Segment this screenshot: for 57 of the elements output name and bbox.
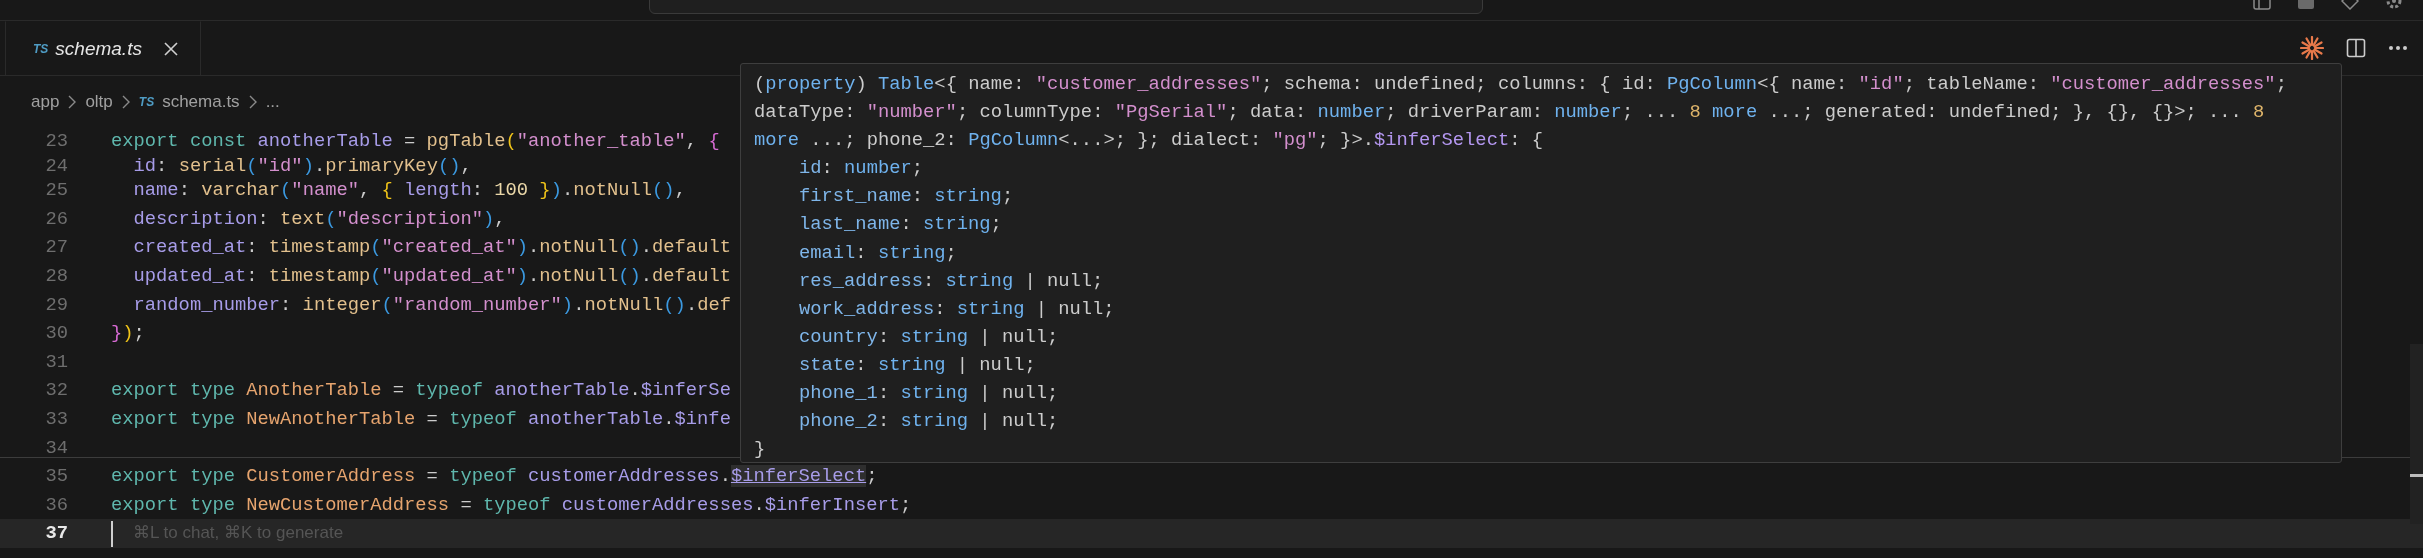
code-line: export type NewAnotherTable = typeof anotherTable.$infe (111, 406, 731, 432)
split-editor-icon[interactable] (2346, 38, 2366, 58)
sparkle-icon[interactable] (2300, 36, 2324, 60)
hover-line: res_address: string | null; (798, 268, 1104, 294)
line-number: 29 (44, 292, 68, 318)
typescript-icon: TS (138, 94, 155, 109)
line-number: 35 (44, 464, 68, 490)
code-line: updated_at: timestamp("updated_at").notNull().default (132, 263, 731, 289)
line-number: 31 (44, 349, 68, 375)
hover-line: email: string; (798, 240, 957, 266)
ruler-mark (2410, 474, 2423, 477)
hover-line: state: string | null; (798, 352, 1036, 378)
code-line: export const anotherTable = pgTable("another_table", { (111, 129, 720, 154)
code-line: name: varchar("name", { length: 100 }).notNull(), (132, 178, 686, 204)
hover-line: work_address: string | null; (798, 296, 1115, 322)
breadcrumb-item[interactable]: oltp (85, 91, 113, 112)
close-icon[interactable] (162, 40, 179, 57)
hover-line: dataType: "number"; columnType: "PgSerial"; data: number; driverParam: number; ... 8 more ...; generated: undefined; }, {}, {}>; ... 8 (754, 100, 2265, 126)
hover-line: id: number; (798, 156, 923, 182)
chevron-icon (67, 93, 78, 110)
line-number: 37 (44, 521, 68, 547)
line-number: 30 (44, 321, 68, 347)
more-icon[interactable] (2388, 45, 2408, 51)
line-number: 32 (44, 378, 68, 404)
line-number: 26 (44, 206, 68, 232)
code-line: random_number: integer("random_number").notNull().def (132, 292, 731, 318)
code-line: export type NewCustomerAddress = typeof customerAddresses.$inferInsert; (111, 492, 912, 518)
hover-line: country: string | null; (798, 324, 1059, 350)
code-line: }); (111, 321, 145, 347)
line-number: 34 (44, 435, 68, 461)
hover-line: } (754, 437, 766, 462)
chevron-icon (247, 93, 258, 110)
line-number: 27 (44, 235, 68, 261)
hover-line: more ...; phone_2: PgColumn<...>; }; dialect: "pg"; }>.$inferSelect: { (754, 128, 1543, 154)
breadcrumb-item[interactable]: ... (265, 91, 280, 112)
hover-line: first_name: string; (798, 184, 1014, 210)
code-line: export type CustomerAddress = typeof customerAddresses.$inferSelect; (111, 464, 878, 490)
breadcrumb-item[interactable]: app (31, 91, 60, 112)
hover-line: last_name: string; (798, 212, 1002, 238)
text-cursor (111, 520, 113, 547)
hover-line: phone_1: string | null; (798, 381, 1059, 407)
line-number: 24 (44, 155, 68, 177)
code-line: export type AnotherTable = typeof anotherTable.$inferSe (111, 378, 731, 404)
line-number: 23 (44, 129, 68, 154)
hover-line: phone_2: string | null; (798, 409, 1059, 435)
line-number: 36 (44, 492, 68, 518)
chevron-icon (120, 93, 131, 110)
code-line: id: serial("id").primaryKey(), (132, 155, 472, 177)
line-number: 25 (44, 178, 68, 204)
line-number: 33 (44, 406, 68, 432)
editor-tab[interactable]: TS schema.ts (5, 21, 201, 75)
breadcrumb-item[interactable]: TS schema.ts (138, 91, 240, 112)
hover-line: (property) Table<{ name: "customer_addresses"; schema: undefined; columns: { id: PgColumn<{ name: "id"; tableName: "customer_addresses"; (754, 72, 2287, 97)
code-line: description: text("description"), (132, 206, 506, 232)
code-line: created_at: timestamp("created_at").notNull().default (132, 235, 731, 261)
line-number: 28 (44, 263, 68, 289)
typescript-icon: TS (33, 41, 49, 56)
